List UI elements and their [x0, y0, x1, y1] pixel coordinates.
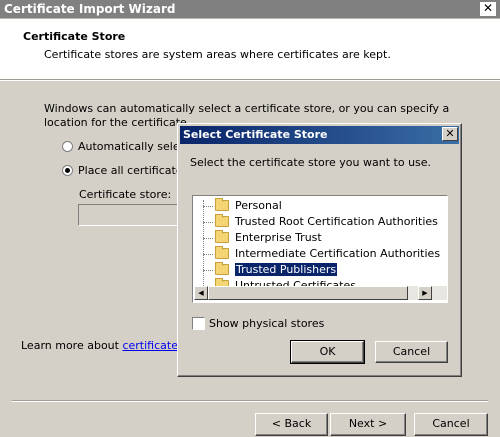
- tree-branch: [203, 206, 213, 207]
- folder-icon: [215, 230, 229, 243]
- scroll-left-icon[interactable]: ◀: [194, 286, 208, 300]
- folder-icon: [215, 214, 229, 227]
- show-physical-checkbox[interactable]: [192, 317, 205, 330]
- dialog-prompt: Select the certificate store you want to…: [190, 156, 432, 169]
- tree-branch: [203, 270, 213, 271]
- radio-place-all[interactable]: [62, 165, 73, 176]
- tree-item-label: Enterprise Trust: [235, 231, 322, 244]
- window-title: Certificate Import Wizard: [4, 2, 176, 16]
- tree-item-label: Trusted Root Certification Authorities: [235, 215, 438, 228]
- close-icon[interactable]: ✕: [442, 127, 458, 141]
- next-button[interactable]: Next >: [330, 413, 406, 436]
- page-description: Certificate stores are system areas wher…: [44, 48, 391, 61]
- horizontal-scrollbar[interactable]: ◀ ▶: [194, 286, 447, 300]
- learn-more-prefix: Learn more about: [21, 339, 123, 352]
- dialog-title: Select Certificate Store: [183, 128, 328, 141]
- folder-icon: [215, 246, 229, 259]
- learn-more-text: Learn more about certificate stor: [21, 339, 203, 352]
- tree-branch: [203, 222, 213, 223]
- header-divider: [0, 79, 500, 81]
- tree-item-trusted-publishers[interactable]: Trusted Publishers: [193, 262, 433, 278]
- scroll-thumb-horizontal[interactable]: [208, 286, 408, 300]
- tree-item-label: Intermediate Certification Authorities: [235, 247, 441, 260]
- tree-item-trusted-root[interactable]: Trusted Root Certification Authorities: [193, 214, 438, 230]
- page-title: Certificate Store: [23, 30, 126, 43]
- scroll-right-icon[interactable]: ▶: [418, 286, 432, 300]
- radio-auto-select[interactable]: [62, 141, 73, 152]
- folder-icon: [215, 262, 229, 275]
- close-icon[interactable]: ✕: [479, 1, 497, 17]
- cancel-button[interactable]: Cancel: [414, 413, 488, 436]
- certificate-store-label: Certificate store:: [79, 188, 172, 201]
- back-button[interactable]: < Back: [255, 413, 328, 436]
- folder-icon: [215, 198, 229, 211]
- footer-divider: [12, 400, 488, 402]
- ok-button[interactable]: OK: [290, 340, 365, 364]
- tree-item-label-selected: Trusted Publishers: [233, 262, 339, 277]
- tree-item-label: Personal: [235, 199, 282, 212]
- tree-item-personal[interactable]: Personal: [193, 198, 433, 214]
- tree-branch: [203, 254, 213, 255]
- store-tree[interactable]: Personal Trusted Root Certification Auth…: [192, 195, 448, 303]
- select-store-dialog: Select Certificate Store ✕ Select the ce…: [177, 123, 462, 377]
- tree-branch: [203, 238, 213, 239]
- tree-item-enterprise-trust[interactable]: Enterprise Trust: [193, 230, 433, 246]
- dialog-title-bar: Select Certificate Store ✕: [180, 126, 459, 144]
- dialog-cancel-button[interactable]: Cancel: [375, 341, 448, 363]
- show-physical-label[interactable]: Show physical stores: [209, 317, 324, 330]
- tree-item-intermediate[interactable]: Intermediate Certification Authorities: [193, 246, 440, 262]
